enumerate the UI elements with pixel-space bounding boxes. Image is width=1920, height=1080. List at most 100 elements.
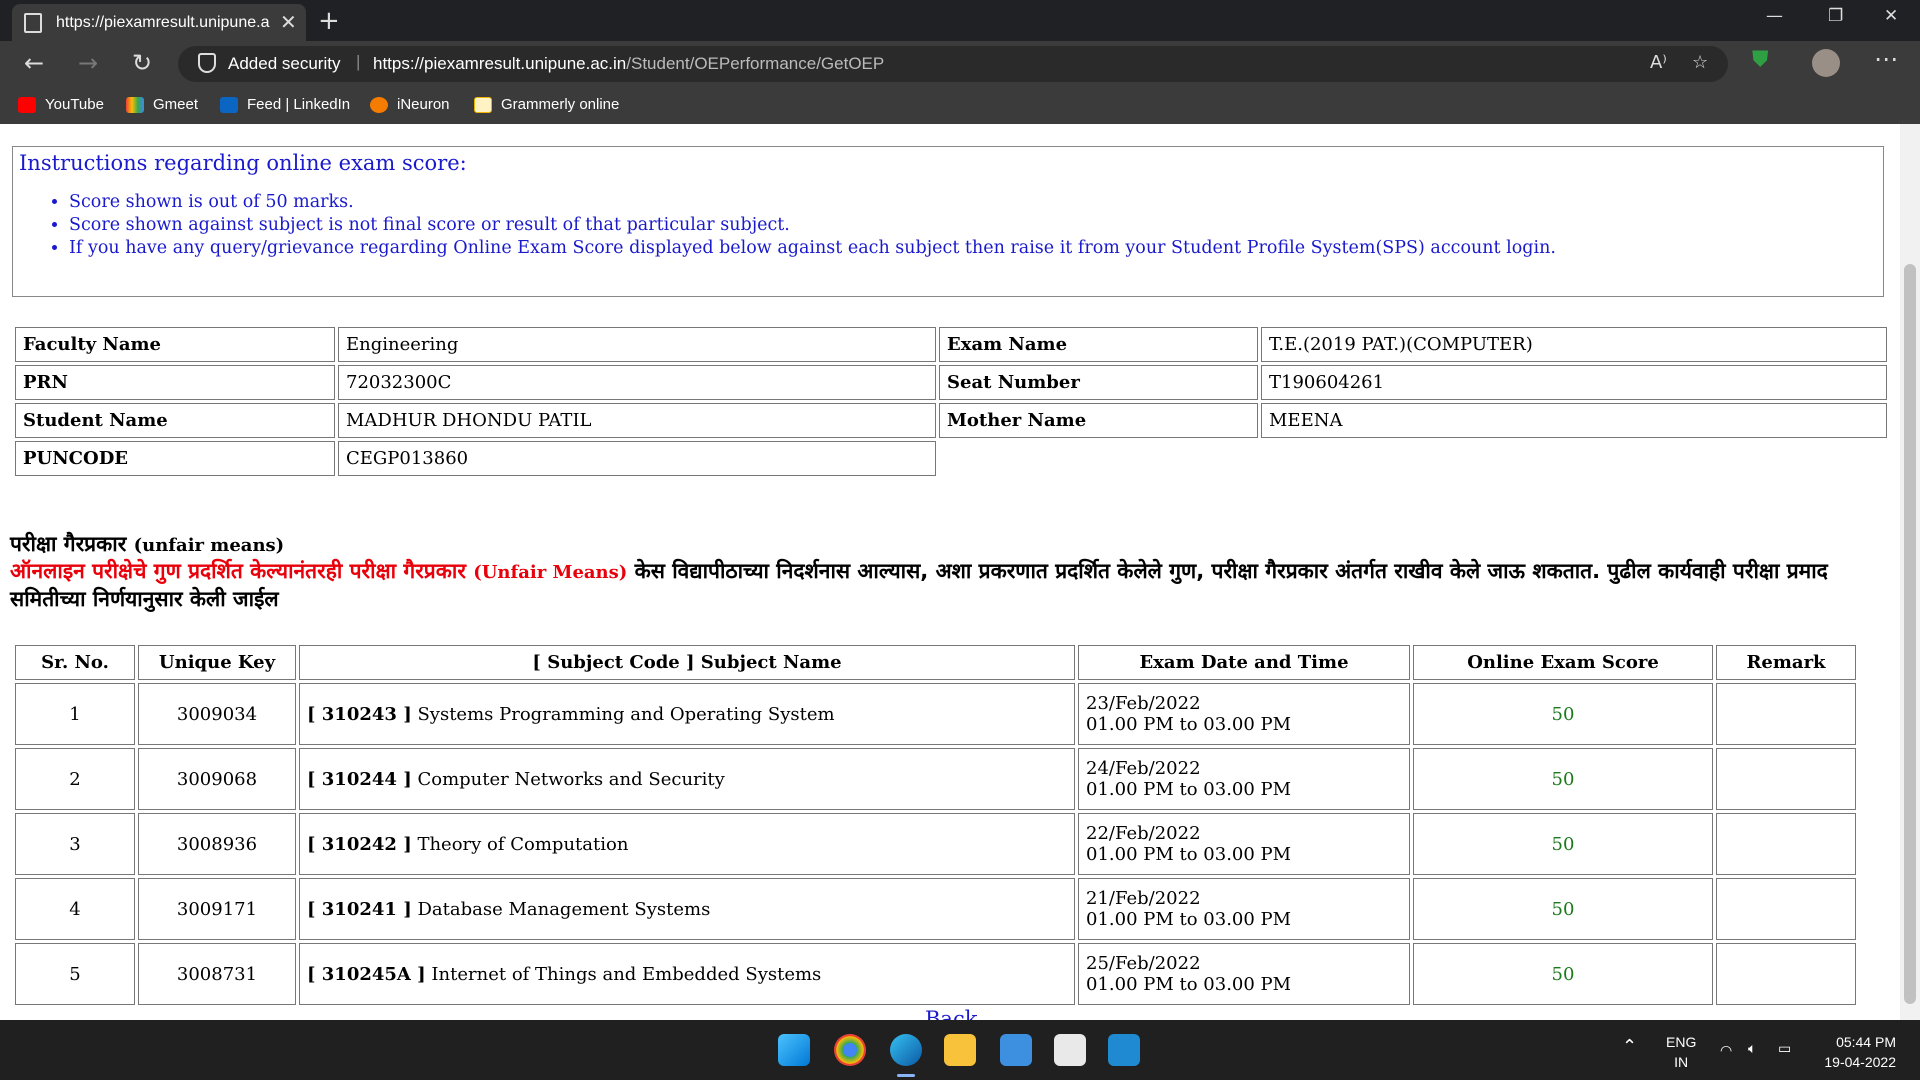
- scrollbar-thumb[interactable]: [1904, 264, 1916, 1004]
- col-sr-no: Sr. No.: [15, 645, 135, 680]
- subject-code: [ 310243 ]: [307, 703, 412, 725]
- col-exam-date: Exam Date and Time: [1078, 645, 1410, 680]
- col-subject: [ Subject Code ] Subject Name: [299, 645, 1075, 680]
- start-icon[interactable]: [778, 1034, 810, 1066]
- extension-shield-icon[interactable]: ⛊: [1752, 47, 1769, 72]
- exam-date: 22/Feb/2022: [1086, 823, 1201, 844]
- seat-label: Seat Number: [939, 365, 1258, 400]
- prn-value: 72032300C: [338, 365, 936, 400]
- file-explorer-icon[interactable]: [944, 1034, 976, 1066]
- active-indicator: [897, 1074, 915, 1077]
- bookmark-youtube[interactable]: YouTube: [18, 96, 104, 113]
- unfair-means-heading: परीक्षा गैरप्रकार (unfair means): [10, 530, 284, 558]
- sr-no: 5: [15, 943, 135, 1005]
- instruction-item: Score shown is out of 50 marks.: [69, 191, 1556, 214]
- refresh-icon[interactable]: ↻: [132, 49, 152, 77]
- score: 50: [1413, 943, 1713, 1005]
- mail-icon[interactable]: [1000, 1034, 1032, 1066]
- instruction-item: If you have any query/grievance regardin…: [69, 237, 1556, 260]
- remark: [1716, 683, 1856, 745]
- edge-icon[interactable]: [890, 1034, 922, 1066]
- score: 50: [1413, 748, 1713, 810]
- subject-name: Database Management Systems: [417, 898, 711, 920]
- student-name-label: Student Name: [15, 403, 335, 438]
- chevron-up-icon[interactable]: ⌃: [1622, 1036, 1637, 1056]
- exam-time: 01.00 PM to 03.00 PM: [1086, 844, 1292, 865]
- forward-arrow-icon[interactable]: →: [78, 49, 98, 77]
- grammerly-icon: [474, 96, 492, 113]
- wifi-icon[interactable]: ◠: [1720, 1040, 1732, 1060]
- shield-icon: [198, 53, 216, 73]
- unfair-means-notice: ऑनलाइन परीक्षेचे गुण प्रदर्शित केल्यानंत…: [10, 558, 1870, 612]
- subject-code: [ 310245A ]: [307, 963, 426, 985]
- bookmark-linkedin[interactable]: Feed | LinkedIn: [220, 96, 350, 113]
- chrome-icon[interactable]: [834, 1034, 866, 1066]
- results-table: Sr. No. Unique Key [ Subject Code ] Subj…: [12, 642, 1859, 1008]
- profile-avatar[interactable]: [1812, 49, 1840, 77]
- battery-icon[interactable]: ▭: [1778, 1038, 1791, 1058]
- exam-date-cell: 23/Feb/2022 01.00 PM to 03.00 PM: [1078, 683, 1410, 745]
- url-text[interactable]: https://piexamresult.unipune.ac.in/Stude…: [373, 54, 884, 74]
- student-info-table: Faculty Name Engineering Exam Name T.E.(…: [12, 324, 1890, 479]
- score: 50: [1413, 813, 1713, 875]
- instructions-box: Instructions regarding online exam score…: [12, 146, 1884, 297]
- notice-red-text: ऑनलाइन परीक्षेचे गुण प्रदर्शित केल्यानंत…: [10, 559, 466, 583]
- instruction-item: Score shown against subject is not final…: [69, 214, 1556, 237]
- instructions-title: Instructions regarding online exam score…: [19, 151, 467, 175]
- results-header-row: Sr. No. Unique Key [ Subject Code ] Subj…: [15, 645, 1856, 680]
- unique-key: 3009034: [138, 683, 296, 745]
- faculty-value: Engineering: [338, 327, 936, 362]
- add-favorite-icon[interactable]: ☆: [1692, 52, 1708, 73]
- restore-icon[interactable]: ❐: [1828, 6, 1843, 26]
- exam-date-cell: 25/Feb/2022 01.00 PM to 03.00 PM: [1078, 943, 1410, 1005]
- back-arrow-icon[interactable]: ←: [24, 49, 44, 77]
- score: 50: [1413, 878, 1713, 940]
- remark: [1716, 813, 1856, 875]
- exam-date-cell: 21/Feb/2022 01.00 PM to 03.00 PM: [1078, 878, 1410, 940]
- unique-key: 3009068: [138, 748, 296, 810]
- security-label[interactable]: Added security: [228, 54, 340, 74]
- notice-heading: परीक्षा गैरप्रकार: [10, 532, 127, 556]
- subject-name: Systems Programming and Operating System: [417, 703, 835, 725]
- subject-name: Internet of Things and Embedded Systems: [431, 963, 822, 985]
- subject-cell: [ 310245A ] Internet of Things and Embed…: [299, 943, 1075, 1005]
- toolbar: ← → ↻ Added security | https://piexamres…: [0, 41, 1920, 87]
- exam-time: 01.00 PM to 03.00 PM: [1086, 779, 1292, 800]
- window-close-icon[interactable]: ✕: [1884, 6, 1898, 26]
- subject-name: Computer Networks and Security: [417, 768, 725, 790]
- sr-no: 4: [15, 878, 135, 940]
- close-tab-icon[interactable]: ✕: [280, 10, 297, 35]
- puncode-value: CEGP013860: [338, 441, 936, 476]
- sr-no: 3: [15, 813, 135, 875]
- browser-tab[interactable]: https://piexamresult.unipune.ac.i ✕: [12, 4, 306, 41]
- clock[interactable]: 05:44 PM 19-04-2022: [1814, 1032, 1896, 1072]
- remark: [1716, 943, 1856, 1005]
- sr-no: 1: [15, 683, 135, 745]
- page-scrollbar[interactable]: [1900, 124, 1920, 1020]
- page-content: Instructions regarding online exam score…: [0, 124, 1900, 1020]
- store-icon[interactable]: [1054, 1034, 1086, 1066]
- new-tab-icon[interactable]: +: [318, 6, 340, 36]
- more-menu-icon[interactable]: ⋯: [1874, 45, 1898, 73]
- back-link[interactable]: Back: [925, 1007, 977, 1020]
- gmeet-icon: [126, 96, 144, 113]
- tab-strip: https://piexamresult.unipune.ac.i ✕ + — …: [0, 0, 1920, 41]
- subject-name: Theory of Computation: [417, 833, 629, 855]
- exam-date: 23/Feb/2022: [1086, 693, 1201, 714]
- bookmark-grammerly[interactable]: Grammerly online: [474, 96, 619, 113]
- bookmarks-bar: YouTube Gmeet Feed | LinkedIn iNeuron Gr…: [0, 87, 1920, 124]
- language-indicator[interactable]: ENG IN: [1666, 1032, 1696, 1072]
- subject-code: [ 310244 ]: [307, 768, 412, 790]
- bookmark-ineuron[interactable]: iNeuron: [370, 96, 450, 113]
- volume-icon[interactable]: 🔈︎: [1748, 1038, 1756, 1058]
- page-icon: [24, 12, 42, 33]
- read-aloud-icon[interactable]: A⁾: [1650, 52, 1667, 73]
- address-bar[interactable]: Added security | https://piexamresult.un…: [178, 46, 1728, 82]
- vscode-icon[interactable]: [1108, 1034, 1140, 1066]
- remark: [1716, 878, 1856, 940]
- exam-date-cell: 22/Feb/2022 01.00 PM to 03.00 PM: [1078, 813, 1410, 875]
- minimize-icon[interactable]: —: [1766, 6, 1783, 26]
- bookmark-gmeet[interactable]: Gmeet: [126, 96, 198, 113]
- linkedin-icon: [220, 96, 238, 113]
- youtube-icon: [18, 96, 36, 113]
